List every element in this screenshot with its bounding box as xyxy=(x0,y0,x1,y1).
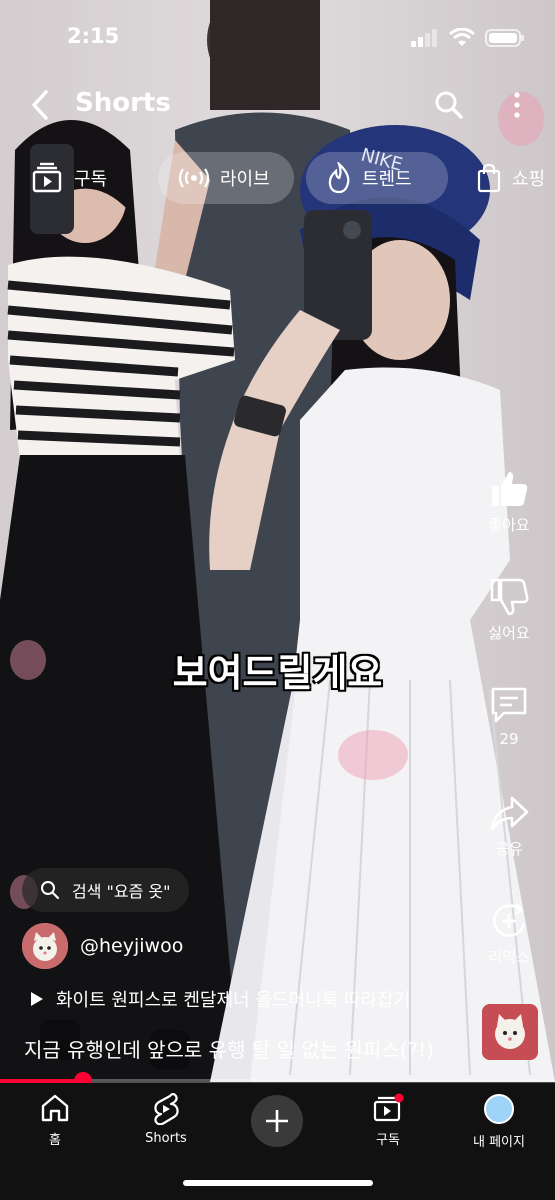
search-suggestion-pill[interactable]: 검색 "요즘 옷" xyxy=(22,868,189,912)
comment-icon xyxy=(491,687,527,723)
create-plus-icon xyxy=(266,1110,288,1132)
remix-label: 리믹스 xyxy=(488,948,530,966)
category-chips: 구독 라이브 트렌드 쇼핑 xyxy=(20,152,555,204)
subscriptions-icon xyxy=(32,162,62,193)
nav-my-page[interactable]: 내 페이지 xyxy=(444,1093,554,1150)
home-indicator xyxy=(183,1180,373,1186)
battery-icon xyxy=(485,29,524,47)
like-label: 좋아요 xyxy=(488,516,530,534)
nav-subscriptions[interactable]: 구독 xyxy=(333,1093,443,1148)
cellular-signal-icon xyxy=(411,29,437,47)
video-caption: 보여드릴게요 xyxy=(172,651,383,695)
share-button[interactable]: 공유 xyxy=(482,792,536,859)
chip-label: 트렌드 xyxy=(362,169,412,190)
nav-label: 구독 xyxy=(376,1133,400,1148)
comments-button[interactable]: 29 xyxy=(482,684,536,748)
cat-character-icon xyxy=(482,1004,538,1060)
more-vertical-icon[interactable] xyxy=(507,90,527,120)
comment-count: 29 xyxy=(499,730,519,748)
status-icons xyxy=(411,28,525,48)
chip-live[interactable]: 라이브 xyxy=(158,152,294,204)
remix-icon xyxy=(493,903,526,937)
thumbs-up-icon xyxy=(492,472,528,506)
like-button[interactable]: 좋아요 xyxy=(482,468,536,535)
play-icon xyxy=(31,992,43,1006)
shorts-icon xyxy=(154,1093,179,1125)
status-time: 2:15 xyxy=(67,24,120,48)
playlist-link[interactable]: 화이트 원피스로 켄달제너 올드머니룩 따라잡기 xyxy=(30,986,410,1012)
audio-thumbnail[interactable] xyxy=(482,1004,538,1060)
video-description[interactable]: 지금 유행인데 앞으로 유행 탈 일 없는 원피스(?!) xyxy=(24,1034,434,1063)
nav-shorts[interactable]: Shorts xyxy=(111,1093,221,1146)
page-title: Shorts xyxy=(75,88,171,118)
search-icon xyxy=(41,881,60,900)
nav-label: Shorts xyxy=(145,1131,187,1146)
chip-subscriptions[interactable]: 구독 xyxy=(20,152,140,204)
chip-shopping[interactable]: 쇼핑 xyxy=(460,152,555,204)
channel-handle[interactable]: @heyjiwoo xyxy=(80,935,183,957)
share-icon xyxy=(490,796,529,831)
trending-flame-icon xyxy=(328,162,350,194)
subscriptions-icon xyxy=(373,1093,404,1122)
live-broadcast-icon xyxy=(178,168,210,188)
wifi-icon xyxy=(449,28,475,46)
nav-label: 내 페이지 xyxy=(473,1135,525,1150)
share-label: 공유 xyxy=(495,840,523,858)
home-icon xyxy=(41,1094,69,1122)
chip-label: 쇼핑 xyxy=(512,169,546,190)
nav-label: 홈 xyxy=(49,1133,61,1148)
remix-button[interactable]: 리믹스 xyxy=(482,900,536,967)
cat-character-icon xyxy=(22,923,68,969)
search-suggestion-text: 검색 "요즘 옷" xyxy=(72,882,171,901)
profile-avatar-icon xyxy=(484,1094,514,1124)
dislike-button[interactable]: 싫어요 xyxy=(482,576,536,643)
playlist-title: 화이트 원피스로 켄달제너 올드머니룩 따라잡기 xyxy=(56,990,411,1011)
chevron-left-icon[interactable] xyxy=(26,88,56,122)
channel-info[interactable]: @heyjiwoo xyxy=(22,923,183,969)
chip-label: 라이브 xyxy=(220,169,270,190)
petal-overlay xyxy=(338,730,408,780)
create-button[interactable] xyxy=(251,1095,303,1147)
nav-home[interactable]: 홈 xyxy=(0,1093,110,1148)
thumbs-down-icon xyxy=(490,578,529,616)
channel-avatar[interactable] xyxy=(22,923,68,969)
search-icon[interactable] xyxy=(434,90,464,120)
shopping-bag-icon xyxy=(477,163,501,193)
chip-trending[interactable]: 트렌드 xyxy=(306,152,448,204)
chip-label: 구독 xyxy=(74,169,108,190)
dislike-label: 싫어요 xyxy=(488,624,530,642)
